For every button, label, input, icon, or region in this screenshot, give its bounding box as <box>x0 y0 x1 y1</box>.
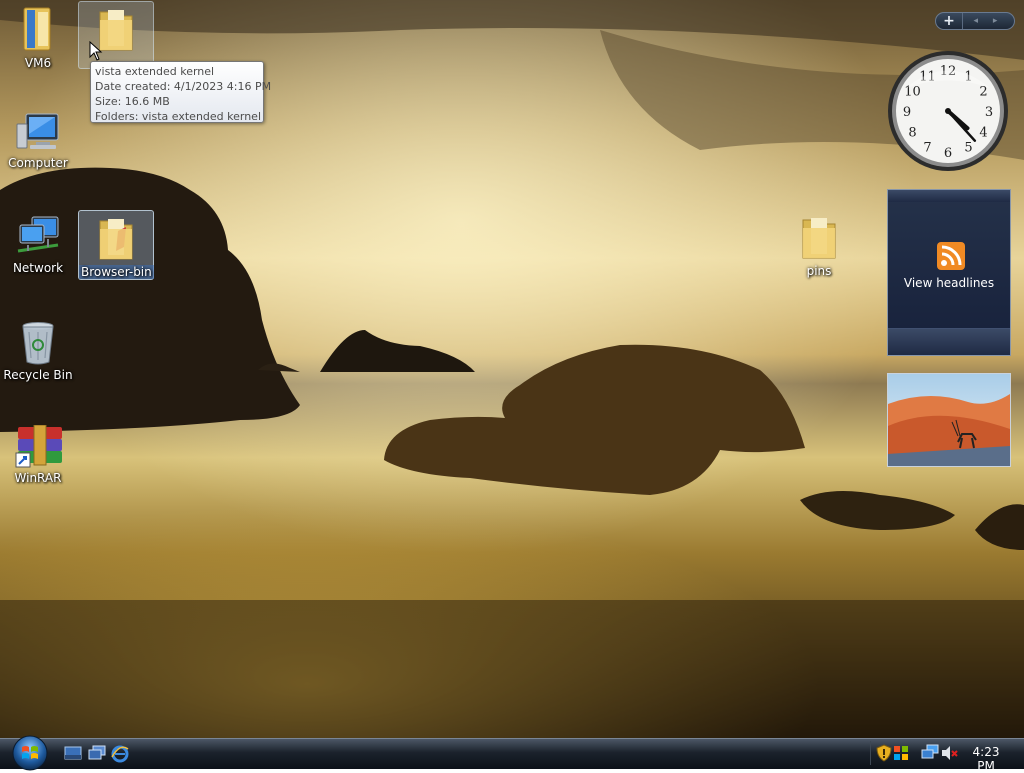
slideshow-gadget[interactable] <box>887 373 1011 467</box>
desktop-icon-label: Browser-bin <box>79 265 154 279</box>
folder-tooltip: vista extended kernel Date created: 4/1/… <box>90 61 272 123</box>
clock-gadget[interactable]: 1234567891011 12 <box>886 48 1010 174</box>
feed-headlines-gadget[interactable]: View headlines <box>887 189 1011 356</box>
folder-icon <box>23 7 51 51</box>
switch-windows-icon[interactable] <box>88 745 106 761</box>
recycle-bin-icon <box>22 322 54 365</box>
gadget-nav-buttons[interactable]: ◂ ▸ <box>963 16 1014 26</box>
folder-icon <box>99 219 133 260</box>
security-shield-icon[interactable] <box>876 744 892 762</box>
clock-number: 7 <box>923 141 931 156</box>
add-gadget-button[interactable]: + <box>936 13 963 29</box>
slideshow-image <box>888 374 1010 466</box>
clock-number: 6 <box>944 146 952 161</box>
tray-separator <box>870 741 871 765</box>
desktop-icon-vm6[interactable]: VM6 <box>0 2 76 92</box>
desktop-icon-label: pins <box>806 264 832 278</box>
internet-explorer-icon[interactable] <box>111 745 129 763</box>
tooltip-title: vista extended kernel <box>95 65 215 78</box>
computer-icon <box>16 113 59 149</box>
desktop-icon-pins[interactable]: pins <box>781 210 857 300</box>
desktop-icon-label: Network <box>12 261 64 275</box>
clock-number: 8 <box>908 126 916 141</box>
start-button[interactable] <box>9 735 51 771</box>
network-icon <box>17 216 59 253</box>
desktop-icon-label: Recycle Bin <box>3 368 73 382</box>
clock-number: 9 <box>903 105 911 120</box>
desktop-icon-label: WinRAR <box>14 471 62 485</box>
view-headlines-link[interactable]: View headlines <box>888 276 1010 290</box>
clock-number: 4 <box>979 126 987 141</box>
desktop-icon-recycle-bin[interactable]: Recycle Bin <box>0 318 76 408</box>
sidebar-toolbar: + ◂ ▸ <box>935 12 1015 30</box>
mouse-cursor-icon <box>89 41 103 61</box>
clock-number: 10 <box>904 85 921 100</box>
taskbar-clock[interactable]: 4:23 PM <box>962 745 1010 773</box>
tooltip-date-created: Date created: 4/1/2023 4:16 PM <box>95 80 272 93</box>
rss-feed-icon <box>937 242 965 270</box>
tooltip-size: Size: 16.6 MB <box>95 95 170 108</box>
desktop-icon-label: Computer <box>8 156 68 170</box>
clock-number: 5 <box>964 141 972 156</box>
desktop-icon-computer[interactable]: Computer <box>0 108 76 198</box>
tooltip-folders: Folders: vista extended kernel <box>95 110 262 123</box>
windows-update-icon[interactable] <box>893 744 909 762</box>
clock-number: 3 <box>985 105 993 120</box>
desktop-icon-label: VM6 <box>24 56 52 70</box>
show-desktop-icon[interactable] <box>64 745 82 761</box>
desktop-icon-network[interactable]: Network <box>0 213 76 303</box>
network-status-icon[interactable] <box>921 744 939 762</box>
winrar-icon <box>15 425 62 468</box>
desktop-icon-winrar[interactable]: WinRAR <box>0 423 76 513</box>
volume-muted-icon[interactable] <box>940 744 958 762</box>
desktop-icon-browser-bin[interactable]: Browser-bin <box>78 210 154 280</box>
folder-icon <box>802 218 836 259</box>
